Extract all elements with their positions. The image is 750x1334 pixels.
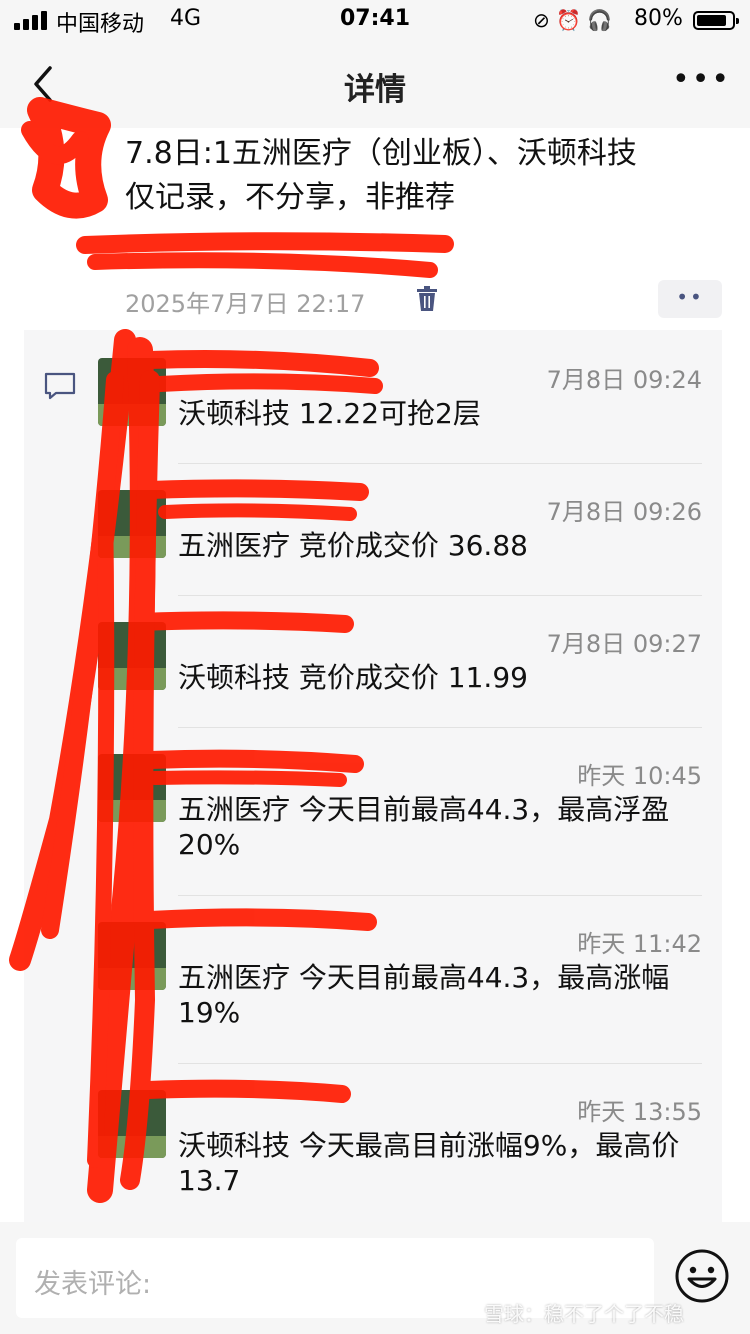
comment-text: 五洲医疗 竞价成交价 36.88 (178, 529, 528, 562)
comment-time: 7月8日 09:27 (546, 630, 702, 658)
post-content: 7.8日:1五洲医疗（创业板）、沃顿科技 仅记录，不分享，非推荐 (125, 132, 745, 220)
emoji-icon[interactable] (674, 1248, 730, 1304)
comment-icon (44, 372, 76, 400)
status-bar: 中国移动 4G 07:41 ⊘ ⏰ 🎧 80% (0, 0, 750, 40)
bottom-bar: 发表评论: 雪球：稳不了个了不稳 (0, 1222, 750, 1334)
divider (178, 1063, 702, 1064)
post-more-button[interactable]: •• (658, 280, 722, 318)
comment-time: 7月8日 09:24 (546, 366, 702, 394)
comment-text: 五洲医疗 今天目前最高44.3，最高涨幅19% (178, 961, 670, 1029)
divider (178, 595, 702, 596)
status-icons: ⊘ ⏰ 🎧 (533, 8, 612, 32)
post-line-2: 仅记录，不分享，非推荐 (125, 180, 455, 215)
rotation-lock-icon: ⊘ (533, 8, 550, 32)
post-line-1: 7.8日:1五洲医疗（创业板）、沃顿科技 (125, 136, 637, 171)
alarm-icon: ⏰ (556, 8, 582, 32)
avatar[interactable] (98, 358, 166, 426)
divider (178, 895, 702, 896)
avatar[interactable] (98, 922, 166, 990)
comment-text: 五洲医疗 今天目前最高44.3，最高浮盈20% (178, 793, 670, 861)
comment-item[interactable]: 7月8日 09:26 五洲医疗 竞价成交价 36.88 (90, 484, 702, 596)
comment-item[interactable]: 昨天 13:55 沃顿科技 今天最高目前涨幅9%，最高价13.7 (90, 1084, 702, 1224)
post-date: 2025年7月7日 22:17 (125, 290, 366, 318)
headphones-icon: 🎧 (587, 8, 613, 32)
avatar[interactable] (98, 1090, 166, 1158)
more-options-button[interactable]: ••• (672, 60, 729, 108)
battery-icon (693, 11, 739, 30)
watermark: 雪球：稳不了个了不稳 (484, 1302, 684, 1326)
comment-time: 昨天 13:55 (577, 1098, 702, 1126)
trash-icon[interactable] (416, 286, 438, 312)
page-title: 详情 (344, 72, 406, 108)
comment-time: 7月8日 09:26 (546, 498, 702, 526)
divider (178, 727, 702, 728)
battery-percent: 80% (634, 6, 683, 31)
comment-item[interactable]: 昨天 10:45 五洲医疗 今天目前最高44.3，最高浮盈20% (90, 748, 702, 896)
comment-text: 沃顿科技 12.22可抢2层 (178, 397, 481, 430)
avatar[interactable] (98, 622, 166, 690)
comment-text: 沃顿科技 今天最高目前涨幅9%，最高价13.7 (178, 1129, 680, 1197)
comment-item[interactable]: 7月8日 09:24 沃顿科技 12.22可抢2层 (90, 352, 702, 464)
comment-item[interactable]: 昨天 11:42 五洲医疗 今天目前最高44.3，最高涨幅19% (90, 916, 702, 1064)
avatar[interactable] (98, 490, 166, 558)
comment-text: 沃顿科技 竞价成交价 11.99 (178, 661, 528, 694)
divider (178, 463, 702, 464)
comment-time: 昨天 10:45 (577, 762, 702, 790)
comment-item[interactable]: 7月8日 09:27 沃顿科技 竞价成交价 11.99 (90, 616, 702, 728)
avatar[interactable] (98, 754, 166, 822)
comment-time: 昨天 11:42 (577, 930, 702, 958)
nav-bar: 详情 ••• (0, 40, 750, 128)
